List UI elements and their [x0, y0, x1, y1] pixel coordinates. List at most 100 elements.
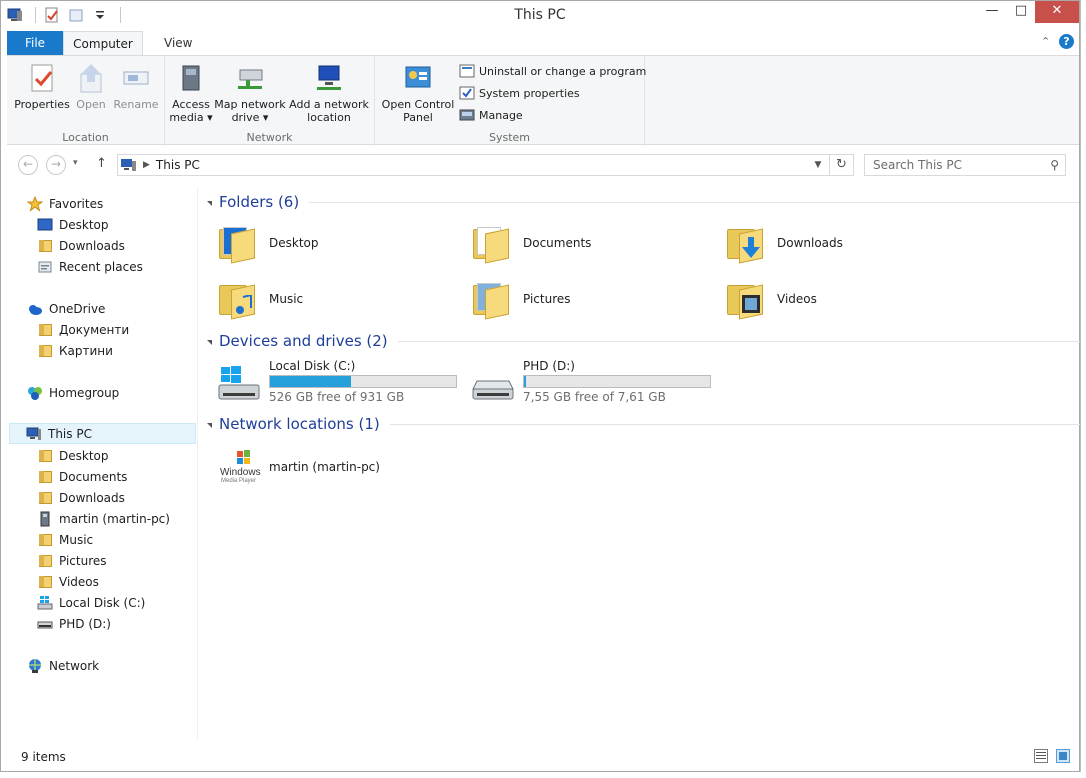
devices-header-label: Devices and drives (2) — [219, 332, 388, 350]
chevron-right-icon[interactable]: ▶ — [143, 160, 150, 170]
back-button[interactable]: ← — [18, 155, 38, 175]
access-media-button[interactable]: Access media ▾ — [169, 62, 213, 124]
forward-button[interactable]: → — [46, 155, 66, 175]
network-drive-icon — [234, 62, 266, 94]
close-button[interactable]: ✕ — [1035, 1, 1079, 23]
minimize-button[interactable]: — — [977, 1, 1007, 23]
folder-tile-downloads[interactable]: Downloads — [723, 217, 963, 269]
group-label-network: Network — [246, 131, 293, 144]
nav-this-pc[interactable]: This PC — [9, 423, 196, 444]
folder-icon — [37, 574, 53, 590]
nav-pc-martin[interactable]: martin (martin-pc) — [9, 508, 196, 529]
system-properties-icon — [459, 85, 475, 101]
folder-icon — [37, 448, 53, 464]
collapse-triangle-icon[interactable] — [207, 339, 212, 345]
nav-onedrive-documents[interactable]: Документи — [9, 319, 196, 340]
nav-onedrive-label: OneDrive — [49, 301, 106, 316]
cloud-icon — [27, 301, 43, 317]
group-label-location: Location — [62, 131, 109, 144]
window-edge — [1080, 0, 1086, 778]
add-network-location-button[interactable]: Add a network location — [287, 62, 371, 124]
nav-item-label: Videos — [59, 574, 99, 589]
folder-tile-documents[interactable]: Documents — [469, 217, 709, 269]
nav-homegroup[interactable]: Homegroup — [9, 382, 196, 403]
folder-tile-desktop[interactable]: Desktop — [215, 217, 455, 269]
folder-name: Documents — [523, 236, 592, 250]
address-bar[interactable]: ▶ This PC ▼ ↻ — [117, 154, 854, 176]
open-button[interactable]: Open — [69, 62, 113, 111]
nav-item-label: Картини — [59, 343, 113, 358]
large-icons-view-icon[interactable] — [1056, 749, 1070, 763]
chevron-down-icon[interactable]: ▼ — [809, 155, 827, 175]
search-icon[interactable]: ⚲ — [1050, 155, 1059, 175]
control-panel-label-1: Open Control — [381, 98, 455, 111]
collapse-triangle-icon[interactable] — [207, 422, 212, 428]
group-header-network[interactable]: Network locations (1) — [207, 414, 1086, 434]
status-item-count: 9 items — [21, 750, 66, 764]
access-media-label-2: media — [169, 111, 204, 124]
nav-pc-downloads[interactable]: Downloads — [9, 487, 196, 508]
details-view-icon[interactable] — [1034, 749, 1048, 763]
nav-onedrive[interactable]: OneDrive — [9, 298, 196, 319]
nav-pc-videos[interactable]: Videos — [9, 571, 196, 592]
drive-free-space: 7,55 GB free of 7,61 GB — [523, 390, 666, 404]
rename-label: Rename — [113, 98, 159, 111]
network-location-name: martin (martin-pc) — [269, 460, 380, 474]
rename-button[interactable]: Rename — [111, 62, 161, 111]
nav-pc-local-disk[interactable]: Local Disk (C:) — [9, 592, 196, 613]
drive-tile-local-disk[interactable]: Local Disk (C:) 526 GB free of 931 GB — [215, 359, 465, 407]
control-panel-label-2: Panel — [403, 111, 433, 124]
nav-fav-desktop[interactable]: Desktop — [9, 214, 196, 235]
nav-pc-music[interactable]: Music — [9, 529, 196, 550]
add-location-label-1: Add a network — [289, 98, 369, 111]
search-input[interactable]: Search This PC ⚲ — [864, 154, 1066, 176]
properties-button[interactable]: Properties — [13, 62, 71, 111]
downloads-folder-icon — [723, 219, 769, 267]
group-divider — [309, 201, 1080, 203]
drive-tile-phd[interactable]: PHD (D:) 7,55 GB free of 7,61 GB — [469, 359, 719, 407]
tab-computer[interactable]: Computer — [63, 31, 143, 56]
network-location-martin[interactable]: Windows Media Player martin (martin-pc) — [215, 441, 455, 493]
nav-item-label: martin (martin-pc) — [59, 511, 170, 526]
videos-folder-icon — [723, 275, 769, 323]
group-header-devices[interactable]: Devices and drives (2) — [207, 331, 1086, 351]
nav-favorites[interactable]: Favorites — [9, 193, 196, 214]
nav-pc-pictures[interactable]: Pictures — [9, 550, 196, 571]
recent-locations-icon[interactable]: ▾ — [73, 158, 78, 168]
up-button[interactable]: ↑ — [96, 156, 107, 171]
open-control-panel-button[interactable]: Open Control Panel — [379, 62, 457, 124]
search-placeholder: Search This PC — [873, 158, 962, 172]
drive-usage-fill — [270, 376, 351, 387]
drive-name: PHD (D:) — [523, 359, 575, 373]
wmp-logo-subtext: Media Player — [221, 478, 257, 484]
group-divider — [397, 340, 1086, 342]
nav-onedrive-pictures[interactable]: Картини — [9, 340, 196, 361]
nav-pc-documents[interactable]: Documents — [9, 466, 196, 487]
uninstall-program-button[interactable]: Uninstall or change a program — [459, 61, 646, 81]
group-label-system: System — [488, 131, 531, 144]
refresh-icon[interactable]: ↻ — [829, 155, 853, 175]
nav-network[interactable]: Network — [9, 655, 196, 676]
nav-fav-downloads[interactable]: Downloads — [9, 235, 196, 256]
group-header-folders[interactable]: Folders (6) — [207, 192, 1080, 212]
collapse-ribbon-icon[interactable]: ⌃ — [1041, 35, 1050, 48]
folder-icon — [37, 553, 53, 569]
nav-fav-recent[interactable]: Recent places — [9, 256, 196, 277]
system-properties-button[interactable]: System properties — [459, 83, 580, 103]
map-network-drive-button[interactable]: Map network drive ▾ — [213, 62, 287, 124]
nav-item-label: Downloads — [59, 490, 125, 505]
maximize-button[interactable]: □ — [1006, 1, 1036, 23]
rename-icon — [120, 62, 152, 94]
nav-item-label: Music — [59, 532, 94, 547]
folder-tile-music[interactable]: Music — [215, 273, 455, 325]
nav-pc-desktop[interactable]: Desktop — [9, 445, 196, 466]
manage-button[interactable]: Manage — [459, 105, 523, 125]
nav-pc-phd[interactable]: PHD (D:) — [9, 613, 196, 634]
folder-name: Desktop — [269, 236, 319, 250]
tab-file[interactable]: File — [7, 31, 63, 55]
tab-view[interactable]: View — [152, 31, 204, 55]
collapse-triangle-icon[interactable] — [207, 200, 212, 206]
help-icon[interactable]: ? — [1059, 34, 1074, 49]
folder-tile-pictures[interactable]: Pictures — [469, 273, 709, 325]
folder-tile-videos[interactable]: Videos — [723, 273, 963, 325]
